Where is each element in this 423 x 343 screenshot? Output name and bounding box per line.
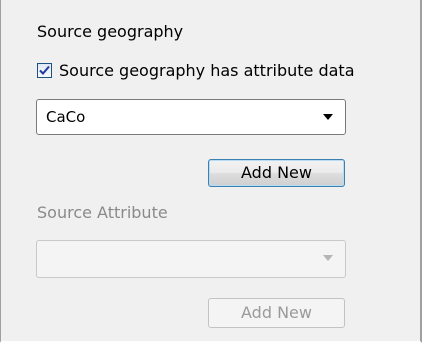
source-geography-selected-value: CaCo [46,108,86,126]
settings-panel: Source geography Source geography has at… [0,0,422,343]
has-attribute-data-checkbox[interactable] [37,63,52,78]
add-new-geography-button[interactable]: Add New [208,159,345,187]
has-attribute-data-row[interactable]: Source geography has attribute data [37,61,355,80]
source-geography-dropdown[interactable]: CaCo [36,99,346,135]
has-attribute-data-label: Source geography has attribute data [59,61,355,80]
source-attribute-heading: Source Attribute [37,203,168,222]
checkmark-icon [39,65,50,75]
source-attribute-dropdown[interactable] [36,240,346,278]
add-new-attribute-button[interactable]: Add New [208,298,345,328]
dropdown-arrow-icon [323,114,333,120]
source-geography-heading: Source geography [37,22,184,41]
dropdown-arrow-icon [323,255,333,261]
